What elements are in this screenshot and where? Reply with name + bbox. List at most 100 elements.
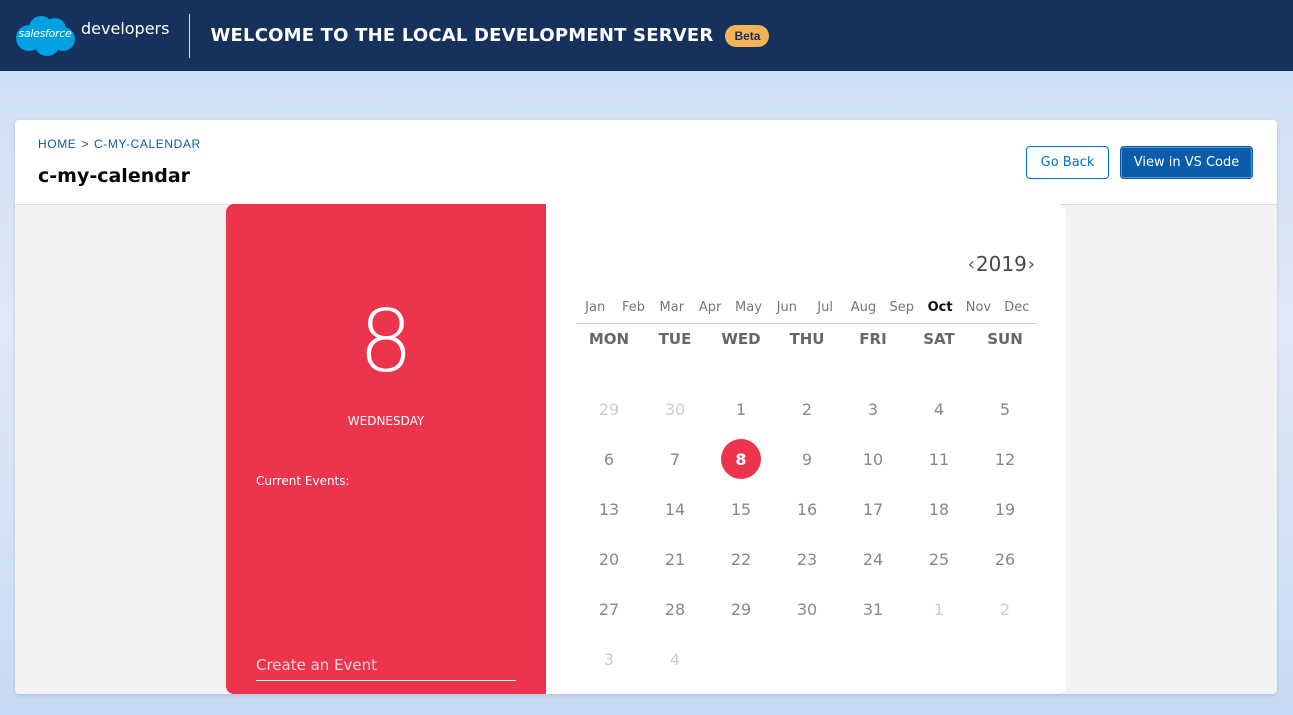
day-cell[interactable]: 30: [774, 584, 840, 634]
month-selector: Jan Feb Mar Apr May Jun Jul Aug Sep Oct Nov Dec: [576, 300, 1036, 324]
day-number: 30: [796, 599, 818, 619]
day-cell[interactable]: 14: [642, 484, 708, 534]
go-back-button[interactable]: Go Back: [1026, 146, 1109, 179]
day-cell[interactable]: 21: [642, 534, 708, 584]
day-number: 16: [796, 499, 818, 519]
month-tab[interactable]: Nov: [959, 300, 997, 323]
day-cell[interactable]: 28: [642, 584, 708, 634]
day-cell[interactable]: 5: [972, 384, 1038, 434]
view-in-vscode-button[interactable]: View in VS Code: [1120, 146, 1253, 179]
weekday-label: WED: [721, 330, 761, 348]
day-cell[interactable]: 13: [576, 484, 642, 534]
calendar-month-panel: ‹ 2019 › Jan Feb Mar Apr May Jun Jul Aug Sep Oct N…: [546, 204, 1066, 694]
banner-title: Welcome to the Local Development Server: [210, 25, 714, 46]
day-cell[interactable]: 24: [840, 534, 906, 584]
day-cell[interactable]: 10: [840, 434, 906, 484]
day-cell[interactable]: 20: [576, 534, 642, 584]
beta-badge: Beta: [725, 24, 770, 47]
month-tab[interactable]: Oct: [921, 300, 959, 323]
day-cell[interactable]: 23: [774, 534, 840, 584]
day-number: 29: [730, 599, 752, 619]
day-cell[interactable]: 29: [708, 584, 774, 634]
weekday-label: TUE: [658, 330, 692, 348]
logo-text: salesforce: [18, 26, 72, 40]
day-number: 9: [801, 449, 813, 469]
selected-weekday: WEDNESDAY: [347, 414, 425, 428]
salesforce-developers-logo[interactable]: salesforce developers: [13, 0, 169, 71]
day-cell[interactable]: 9: [774, 434, 840, 484]
day-cell[interactable]: 22: [708, 534, 774, 584]
day-number: 13: [598, 499, 620, 519]
day-number: 3: [867, 399, 879, 419]
day-cell[interactable]: 3: [840, 384, 906, 434]
day-number: 1: [735, 399, 747, 419]
weekday-label: SAT: [923, 330, 955, 348]
day-number: 5: [999, 399, 1011, 419]
calendar-day-panel: 8 WEDNESDAY Current Events:: [226, 204, 546, 694]
day-number: 8: [721, 439, 761, 479]
month-tab[interactable]: May: [729, 300, 767, 323]
breadcrumb-separator: >: [81, 137, 90, 151]
day-number: 11: [928, 449, 950, 469]
day-number: 2: [801, 399, 813, 419]
month-tab[interactable]: Mar: [653, 300, 691, 323]
day-cell[interactable]: 7: [642, 434, 708, 484]
calendar-component: 8 WEDNESDAY Current Events: ‹ 2019 › Jan…: [226, 204, 1066, 694]
day-number: 20: [598, 549, 620, 569]
day-number: 14: [664, 499, 686, 519]
month-tab[interactable]: Jul: [806, 300, 844, 323]
day-cell[interactable]: 25: [906, 534, 972, 584]
day-cell[interactable]: 2: [972, 584, 1038, 634]
next-year-icon[interactable]: ›: [1027, 254, 1036, 275]
month-tab[interactable]: Jun: [768, 300, 806, 323]
day-cell[interactable]: 6: [576, 434, 642, 484]
day-cell[interactable]: 31: [840, 584, 906, 634]
year-label: 2019: [975, 252, 1027, 276]
day-cell[interactable]: 1: [906, 584, 972, 634]
day-cell[interactable]: 19: [972, 484, 1038, 534]
day-number: 6: [603, 449, 615, 469]
day-number: 18: [928, 499, 950, 519]
day-number: 21: [664, 549, 686, 569]
day-cell[interactable]: 26: [972, 534, 1038, 584]
day-cell[interactable]: 3: [576, 634, 642, 684]
breadcrumb: HOME > C-MY-CALENDAR: [38, 137, 201, 151]
header-divider: [189, 13, 191, 58]
selected-day-cell[interactable]: 8: [708, 434, 774, 484]
card-header: HOME > C-MY-CALENDAR c-my-calendar Go Back…: [15, 120, 1277, 205]
day-cell[interactable]: 15: [708, 484, 774, 534]
day-cell[interactable]: 27: [576, 584, 642, 634]
month-tab[interactable]: Jan: [576, 300, 614, 323]
day-cell[interactable]: 4: [642, 634, 708, 684]
day-grid: 29 30 1 2 3 4 5 6 7 8 9 10 11 12 13 14 15 16 17 18 19 20 21 22 2…: [576, 384, 1040, 684]
day-cell[interactable]: 18: [906, 484, 972, 534]
prev-year-icon[interactable]: ‹: [967, 254, 976, 275]
day-cell[interactable]: 30: [642, 384, 708, 434]
top-bar: salesforce developers Welcome to the Loc…: [0, 0, 1293, 71]
day-number: 24: [862, 549, 884, 569]
breadcrumb-home[interactable]: HOME: [38, 137, 76, 151]
day-cell[interactable]: 4: [906, 384, 972, 434]
day-number: 27: [598, 599, 620, 619]
month-tab[interactable]: Apr: [691, 300, 729, 323]
day-cell[interactable]: 11: [906, 434, 972, 484]
day-number: 10: [862, 449, 884, 469]
day-number: 28: [664, 599, 686, 619]
weekday-label: MON: [588, 330, 630, 348]
day-cell[interactable]: 16: [774, 484, 840, 534]
day-cell[interactable]: 1: [708, 384, 774, 434]
day-cell[interactable]: 12: [972, 434, 1038, 484]
day-cell[interactable]: 29: [576, 384, 642, 434]
day-number: 7: [669, 449, 681, 469]
month-tab[interactable]: Dec: [998, 300, 1036, 323]
day-cell[interactable]: 17: [840, 484, 906, 534]
breadcrumb-current[interactable]: C-MY-CALENDAR: [94, 137, 201, 151]
month-tab[interactable]: Feb: [614, 300, 652, 323]
create-event-input[interactable]: [256, 649, 516, 681]
day-number: 2: [999, 599, 1011, 619]
month-tab[interactable]: Aug: [844, 300, 882, 323]
day-number: 26: [994, 549, 1016, 569]
day-number: 17: [862, 499, 884, 519]
day-cell[interactable]: 2: [774, 384, 840, 434]
month-tab[interactable]: Sep: [883, 300, 921, 323]
